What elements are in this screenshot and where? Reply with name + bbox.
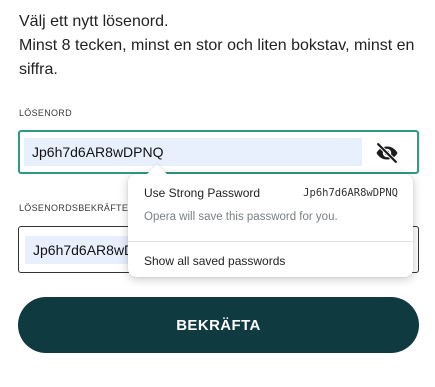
- toggle-visibility-button[interactable]: [375, 141, 399, 165]
- instructions-requirements-cont: siffra.: [19, 61, 58, 78]
- password-label: LÖSENORD: [19, 108, 72, 118]
- password-value[interactable]: Jp6h7d6AR8wDPNQ: [24, 138, 362, 166]
- suggest-title: Use Strong Password: [144, 186, 261, 200]
- instructions: Välj ett nytt lösenord. Minst 8 tecken, …: [19, 10, 424, 82]
- use-strong-password-option[interactable]: Use Strong Password Jp6h7d6AR8wDPNQ Oper…: [128, 182, 413, 228]
- suggested-password: Jp6h7d6AR8wDPNQ: [303, 187, 398, 199]
- save-note: Opera will save this password for you.: [144, 211, 338, 223]
- eye-slash-icon: [376, 142, 398, 164]
- show-all-label: Show all saved passwords: [144, 254, 286, 268]
- popup-divider: [128, 241, 413, 242]
- confirm-button[interactable]: BEKRÄFTA: [18, 297, 419, 353]
- instructions-title: Välj ett nytt lösenord.: [19, 13, 169, 30]
- confirm-password-label: LÖSENORDSBEKRÄFTELSE: [19, 203, 131, 213]
- autofill-popup: Use Strong Password Jp6h7d6AR8wDPNQ Oper…: [128, 164, 413, 277]
- show-saved-passwords-option[interactable]: Show all saved passwords: [128, 249, 413, 271]
- confirm-password-value[interactable]: Jp6h7d6AR8wDPNQ: [25, 236, 128, 264]
- confirm-button-label: BEKRÄFTA: [176, 316, 261, 334]
- instructions-requirements: Minst 8 tecken, minst en stor och liten …: [19, 37, 415, 54]
- password-field[interactable]: Jp6h7d6AR8wDPNQ: [18, 130, 419, 174]
